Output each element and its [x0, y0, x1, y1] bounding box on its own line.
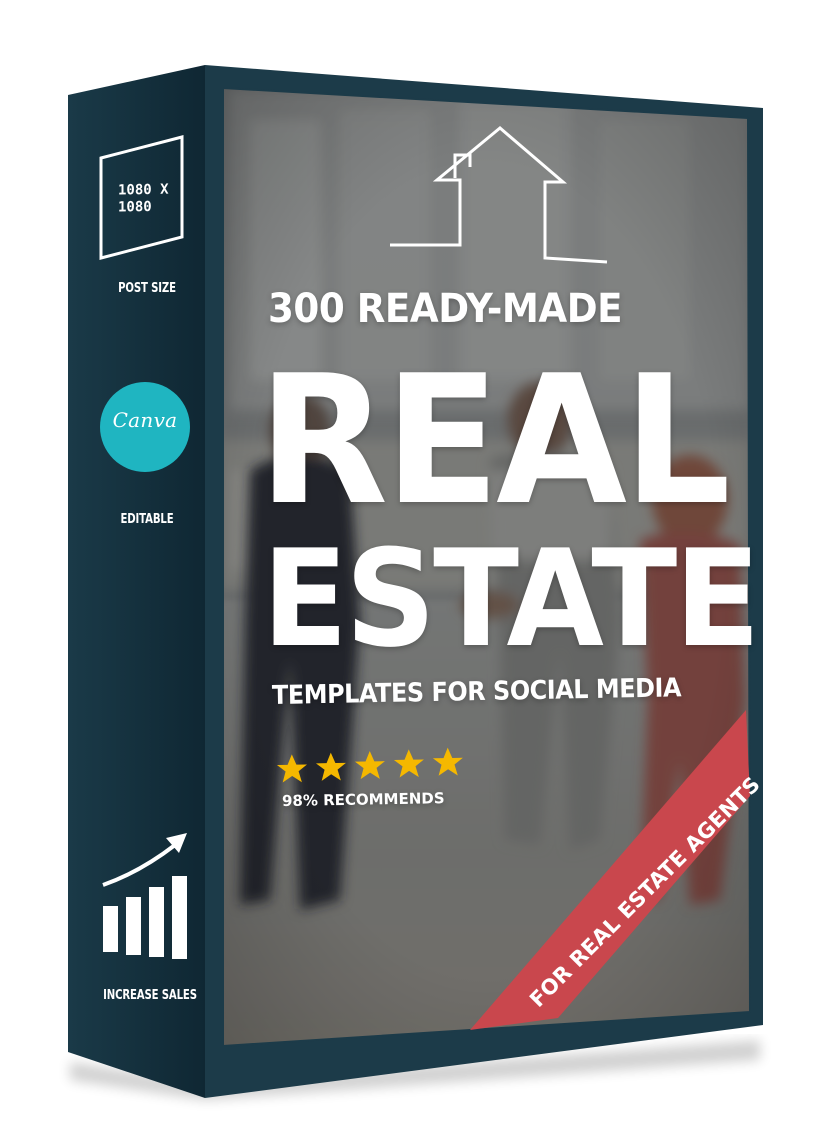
cover-headline-line1: REAL: [258, 337, 731, 544]
increase-sales-label: INCREASE SALES: [103, 988, 197, 1003]
cover-subtitle: 300 READY-MADE: [268, 286, 623, 332]
canva-logo-text: Canva: [112, 408, 178, 432]
product-box: 1080 X 1080 POST SIZE Canva EDITABLE INC…: [0, 0, 815, 1135]
editable-label: EDITABLE: [120, 512, 174, 527]
post-size-label: POST SIZE: [118, 281, 176, 296]
recommend-text: 98% RECOMMENDS: [281, 789, 445, 810]
post-size-value: 1080 X 1080: [118, 181, 169, 216]
cover-headline-line2: ESTATE: [262, 521, 760, 677]
